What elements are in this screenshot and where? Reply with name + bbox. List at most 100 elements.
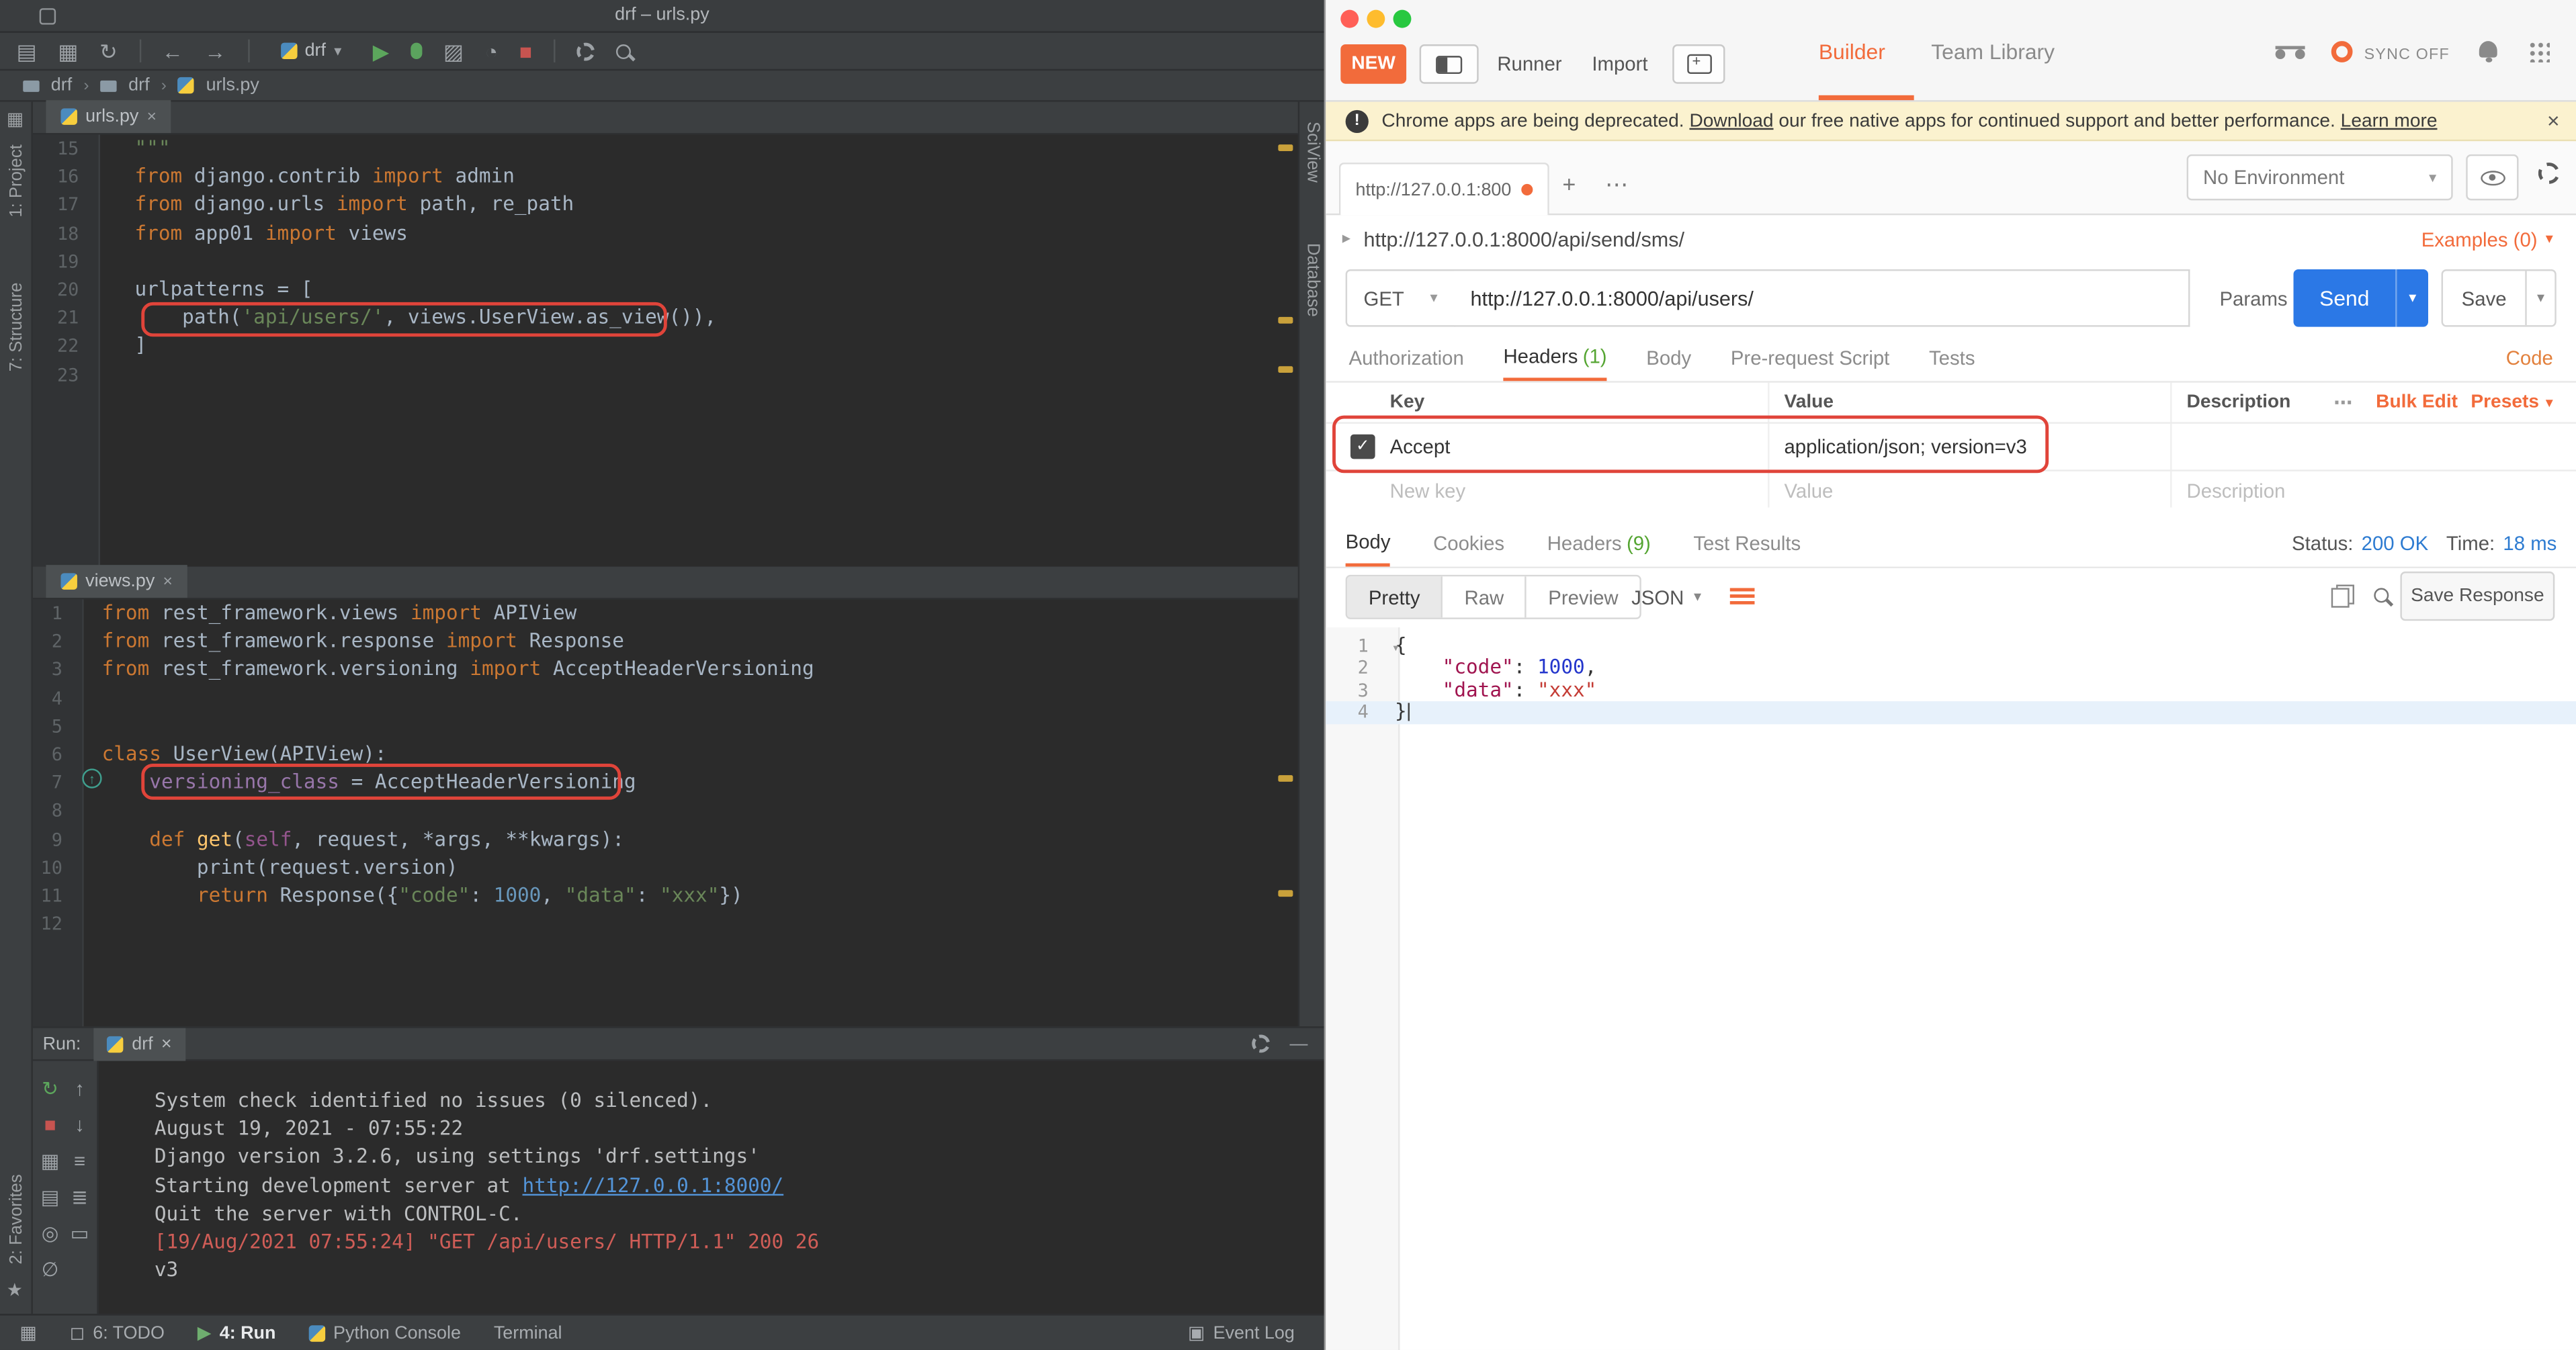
profiler-icon[interactable]: ◔ <box>485 40 498 62</box>
save-icon[interactable]: ▦ <box>58 40 78 62</box>
up-arrow-icon[interactable]: ↑ <box>75 1077 85 1100</box>
send-button[interactable]: Send ▾ <box>2293 269 2429 327</box>
new-window-button[interactable] <box>1672 44 1725 84</box>
print-icon[interactable]: ▭ <box>71 1222 89 1245</box>
rerun-button[interactable]: ↻ <box>42 1077 58 1100</box>
response-body-viewer[interactable]: 1 ▾{2 "code": 1000, 3 "data": "xxx" 4} <box>1326 627 2576 1350</box>
banner-download-link[interactable]: Download <box>1689 111 1773 130</box>
tab-raw[interactable]: Raw <box>1441 576 1526 618</box>
toolwindow-switcher-icon[interactable]: ▦ <box>19 1322 36 1343</box>
tab-response-headers[interactable]: Headers (9) <box>1547 519 1651 567</box>
tab-pretty[interactable]: Pretty <box>1347 576 1442 618</box>
run-settings-icon[interactable] <box>1252 1034 1271 1053</box>
bell-icon[interactable] <box>2479 41 2497 62</box>
tab-headers[interactable]: Headers (1) <box>1503 333 1607 381</box>
settings-gear-icon[interactable] <box>2538 163 2560 184</box>
new-description-placeholder[interactable]: Description <box>2187 480 2286 502</box>
save-options-caret[interactable]: ▾ <box>2525 271 2554 326</box>
code-link[interactable]: Code <box>2506 333 2553 382</box>
breadcrumb-item[interactable]: drf <box>128 75 149 95</box>
sync-icon[interactable]: ↻ <box>99 40 118 62</box>
banner-learn-more-link[interactable]: Learn more <box>2341 111 2438 130</box>
presets-dropdown[interactable]: Presets ▾ <box>2471 392 2552 412</box>
mac-zoom-button[interactable] <box>1393 9 1412 28</box>
back-icon[interactable]: ← <box>162 40 183 62</box>
toolwindow-switcher-icon[interactable]: ▦ <box>7 108 24 130</box>
environment-select[interactable]: No Environment ▾ <box>2186 154 2453 201</box>
pin-icon[interactable]: ◎ <box>42 1222 59 1245</box>
new-button[interactable]: NEW <box>1340 44 1407 84</box>
soft-wrap-icon[interactable]: ≡ <box>74 1150 85 1173</box>
layout-icon[interactable]: ▦ <box>41 1150 60 1173</box>
sidebar-item-structure[interactable]: 7: Structure <box>7 283 26 372</box>
wrench-icon[interactable] <box>576 42 595 60</box>
apps-grid-icon[interactable] <box>2528 41 2550 62</box>
sync-status-icon[interactable] <box>2331 41 2353 62</box>
sidebar-item-database[interactable]: Database <box>1303 243 1322 317</box>
mac-close-button[interactable] <box>1340 9 1359 28</box>
breadcrumb-item[interactable]: urls.py <box>206 75 259 95</box>
save-button[interactable]: Save ▾ <box>2441 269 2557 327</box>
sidebar-item-sciview[interactable]: SciView <box>1303 122 1322 183</box>
tab-tests[interactable]: Tests <box>1929 333 1975 381</box>
runner-button[interactable]: Runner <box>1488 44 1570 84</box>
expand-caret-icon[interactable]: ▸ <box>1342 230 1350 248</box>
run-console-output[interactable]: System check identified no issues (0 sil… <box>99 1061 1324 1314</box>
header-enabled-checkbox[interactable]: ✓ <box>1350 434 1375 459</box>
search-response-icon[interactable] <box>2374 588 2389 603</box>
request-tab[interactable]: http://127.0.0.1:800 <box>1338 163 1549 216</box>
bulk-edit-link[interactable]: Bulk Edit <box>2376 392 2458 412</box>
sidebar-item-favorites[interactable]: 2: Favorites <box>7 1175 26 1265</box>
tab-preview[interactable]: Preview <box>1525 576 1640 618</box>
tab-prerequest-script[interactable]: Pre-request Script <box>1731 333 1889 381</box>
method-select[interactable]: GET ▾ <box>1345 269 1456 327</box>
statusbar-item-terminal[interactable]: Terminal <box>494 1323 562 1343</box>
statusbar-item-run[interactable]: ▶ 4: Run <box>198 1322 276 1344</box>
header-key[interactable]: Accept <box>1390 435 1451 458</box>
list-icon[interactable]: ▤ <box>41 1185 60 1208</box>
header-row-new[interactable]: New key Value Description <box>1326 471 2576 511</box>
star-icon[interactable]: ★ <box>7 1279 23 1300</box>
header-row-accept[interactable]: ✓ Accept application/json; version=v3 <box>1326 424 2576 471</box>
banner-close-icon[interactable]: × <box>2547 108 2560 133</box>
examples-dropdown[interactable]: Examples (0) ▾ <box>2421 228 2553 251</box>
statusbar-item-event-log[interactable]: ▣ Event Log <box>1188 1322 1304 1344</box>
tab-urls-py[interactable]: urls.py × <box>46 100 171 134</box>
hide-panel-icon[interactable]: — <box>1289 1034 1307 1053</box>
new-value-placeholder[interactable]: Value <box>1784 480 1833 502</box>
header-value[interactable]: application/json; version=v3 <box>1784 435 2026 458</box>
new-key-placeholder[interactable]: New key <box>1390 480 1466 502</box>
request-title[interactable]: http://127.0.0.1:8000/api/send/sms/ <box>1364 228 1685 251</box>
wrap-lines-icon[interactable] <box>1729 588 1755 604</box>
tab-test-results[interactable]: Test Results <box>1693 519 1801 567</box>
copy-icon[interactable] <box>2331 584 2354 608</box>
run-tab-drf[interactable]: drf × <box>93 1027 185 1061</box>
urls-code-editor[interactable]: 15 """ 16 from django.contrib import admin 1… <box>32 134 1272 567</box>
environment-preview-button[interactable] <box>2466 154 2519 201</box>
statusbar-item-python-console[interactable]: Python Console <box>308 1323 461 1343</box>
run-button[interactable]: ▶ <box>373 40 389 62</box>
breadcrumb-item[interactable]: drf <box>51 75 72 95</box>
statusbar-item-todo[interactable]: ◻ 6: TODO <box>70 1322 165 1344</box>
stop-button[interactable]: ■ <box>44 1114 56 1136</box>
down-arrow-icon[interactable]: ↓ <box>75 1114 85 1136</box>
tab-views-py[interactable]: views.py × <box>46 565 187 598</box>
forward-icon[interactable]: → <box>204 40 226 62</box>
layout-toggle-button[interactable] <box>1419 44 1479 84</box>
tab-more-button[interactable]: ⋯ <box>1605 171 1628 199</box>
save-response-button[interactable]: Save Response <box>2400 571 2555 621</box>
tab-body[interactable]: Body <box>1646 333 1691 381</box>
more-options-icon[interactable]: ⋯ <box>2333 391 2352 414</box>
tab-response-body[interactable]: Body <box>1345 519 1391 567</box>
response-type-select[interactable]: JSON ▾ <box>1631 575 1701 619</box>
debug-button[interactable] <box>410 42 423 60</box>
tab-authorization[interactable]: Authorization <box>1349 333 1464 381</box>
new-tab-button[interactable]: + <box>1562 171 1576 197</box>
fold-caret-icon[interactable]: ▾ <box>1392 637 1400 660</box>
close-icon[interactable]: × <box>161 1034 172 1053</box>
mac-minimize-button[interactable] <box>1367 9 1385 28</box>
scroll-to-end-icon[interactable]: ≣ <box>71 1185 88 1208</box>
params-button[interactable]: Params <box>2203 269 2304 327</box>
tab-cookies[interactable]: Cookies <box>1433 519 1504 567</box>
clear-console-icon[interactable]: ∅ <box>42 1258 59 1281</box>
